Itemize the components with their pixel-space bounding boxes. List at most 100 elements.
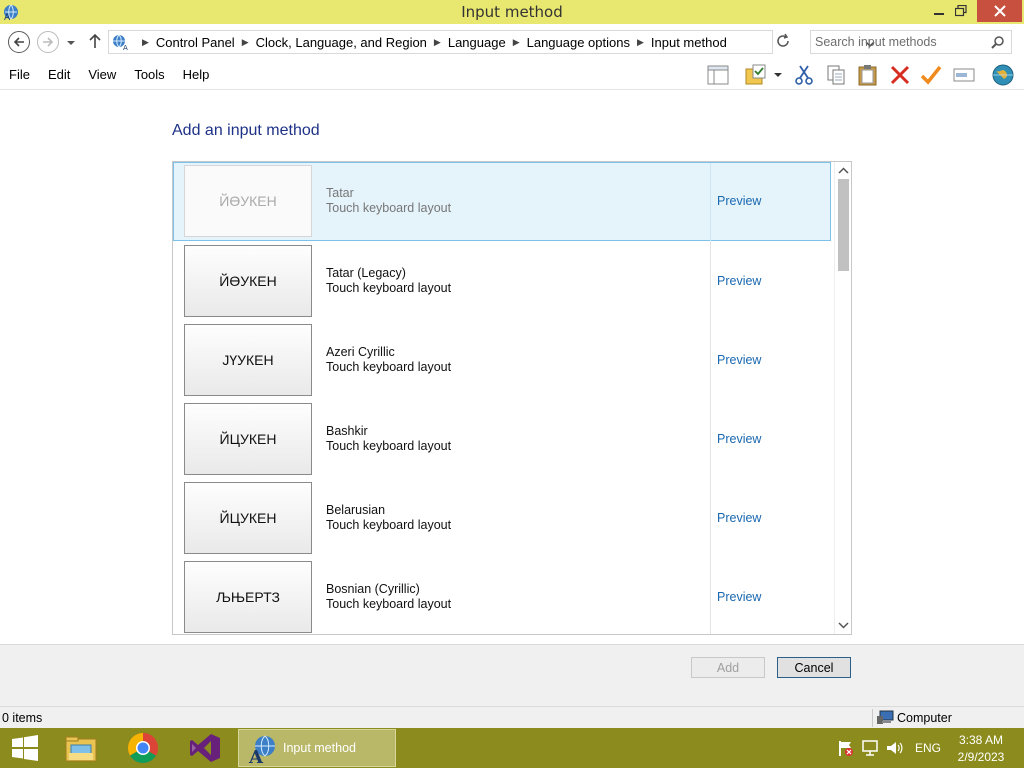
add-button[interactable]: Add: [691, 657, 765, 678]
svg-text:A: A: [123, 44, 128, 51]
chrome-taskbar-button[interactable]: [124, 728, 162, 768]
visual-studio-icon: [190, 734, 220, 762]
control-panel-icon: A: [111, 33, 131, 54]
location-label: Computer: [897, 711, 952, 725]
keyboard-thumbnail: ЈҮУКЕН: [184, 324, 312, 396]
menu-help[interactable]: Help: [174, 67, 219, 82]
apply-button[interactable]: [918, 63, 944, 87]
cut-button[interactable]: [791, 63, 817, 87]
input-method-subtitle: Touch keyboard layout: [326, 281, 452, 295]
search-box[interactable]: [810, 30, 1012, 54]
restore-button[interactable]: [946, 0, 976, 22]
list-item-belarusian[interactable]: ЙЦУКЕН Belarusian Touch keyboard layout …: [173, 479, 831, 558]
delete-x-icon: [890, 65, 910, 85]
list-item-tatar[interactable]: ЙӨУКЕН Tatar Touch keyboard layout Previ…: [173, 162, 831, 242]
list-item-bosnian-cyrillic[interactable]: ЉЊЕРТЗ Bosnian (Cyrillic) Touch keyboard…: [173, 558, 831, 634]
file-explorer-taskbar-button[interactable]: [62, 728, 100, 768]
breadcrumb-chevron-icon[interactable]: ▶: [434, 37, 441, 48]
paste-button[interactable]: [855, 63, 881, 87]
forward-button[interactable]: [37, 31, 59, 53]
close-button[interactable]: [977, 0, 1022, 22]
svg-text:A: A: [248, 747, 264, 764]
search-input[interactable]: [815, 34, 985, 50]
input-method-taskbar-button[interactable]: A Input method: [238, 729, 396, 768]
menu-view[interactable]: View: [79, 67, 125, 82]
input-method-subtitle: Touch keyboard layout: [326, 518, 452, 532]
page-title: Add an input method: [172, 122, 320, 139]
menu-tools[interactable]: Tools: [125, 67, 173, 82]
volume-tray-icon[interactable]: [885, 728, 903, 768]
organize-dropdown[interactable]: [770, 63, 786, 87]
breadcrumb-chevron-icon[interactable]: ▶: [513, 37, 520, 48]
keyboard-thumbnail: ЙЦУКЕН: [184, 403, 312, 475]
list-item-bashkir[interactable]: ЙЦУКЕН Bashkir Touch keyboard layout Pre…: [173, 400, 831, 479]
checkmark-icon: [920, 65, 942, 85]
status-bar: 0 items Computer: [0, 706, 1024, 728]
breadcrumb-chevron-icon[interactable]: ▶: [637, 37, 644, 48]
column-divider: [710, 321, 711, 400]
breadcrumb-chevron-icon[interactable]: ▶: [142, 37, 149, 48]
column-divider: [710, 558, 711, 634]
preview-link[interactable]: Preview: [717, 353, 761, 367]
network-globe-button[interactable]: [990, 63, 1016, 87]
flag-alert-icon: [839, 741, 853, 756]
scroll-down-arrow-icon[interactable]: [838, 618, 849, 632]
menu-toolbar-row: File Edit View Tools Help: [0, 60, 1024, 90]
copy-button[interactable]: [823, 63, 849, 87]
breadcrumb-input-method[interactable]: Input method: [651, 35, 727, 50]
column-divider: [710, 163, 711, 242]
menu-bar: File Edit View Tools Help: [0, 67, 218, 82]
network-tray-icon[interactable]: [861, 728, 879, 768]
input-method-name: Bosnian (Cyrillic): [326, 582, 420, 596]
search-icon[interactable]: [991, 35, 1005, 52]
input-method-subtitle: Touch keyboard layout: [326, 360, 452, 374]
input-method-name: Belarusian: [326, 503, 386, 517]
folder-check-icon: [745, 64, 766, 85]
input-method-icon: A: [247, 734, 279, 768]
breadcrumb-language-options[interactable]: Language options: [527, 35, 630, 50]
preview-link[interactable]: Preview: [717, 432, 761, 446]
action-center-flag[interactable]: [836, 728, 854, 768]
copy-icon: [827, 65, 845, 85]
properties-button[interactable]: [743, 63, 769, 87]
preview-link[interactable]: Preview: [717, 274, 761, 288]
back-button[interactable]: [8, 31, 30, 53]
column-divider: [710, 242, 711, 321]
scroll-up-arrow-icon[interactable]: [838, 164, 849, 178]
scrollbar-thumb[interactable]: [838, 179, 849, 271]
input-method-name: Tatar: [326, 186, 354, 200]
preview-link[interactable]: Preview: [717, 194, 761, 208]
forward-arrow-icon: [43, 37, 54, 47]
clock-time[interactable]: 3:38 AM: [958, 733, 1004, 747]
menu-file[interactable]: File: [0, 67, 39, 82]
breadcrumb-language[interactable]: Language: [448, 35, 506, 50]
address-bar[interactable]: A ▶ Control Panel ▶ Clock, Language, and…: [108, 30, 875, 54]
layout-pane-button[interactable]: [705, 63, 731, 87]
breadcrumb-clock-language-region[interactable]: Clock, Language, and Region: [256, 35, 427, 50]
breadcrumb-control-panel[interactable]: Control Panel: [156, 35, 235, 50]
preview-link[interactable]: Preview: [717, 511, 761, 525]
list-item-azeri-cyrillic[interactable]: ЈҮУКЕН Azeri Cyrillic Touch keyboard lay…: [173, 321, 831, 400]
recent-locations-dropdown[interactable]: [66, 36, 76, 50]
column-divider: [710, 479, 711, 558]
language-indicator[interactable]: ENG: [915, 741, 941, 755]
chevron-down-icon: [774, 73, 782, 77]
vertical-scrollbar[interactable]: [834, 162, 851, 634]
keyboard-thumbnail: ЉЊЕРТЗ: [184, 561, 312, 633]
input-method-list[interactable]: ЙӨУКЕН Tatar Touch keyboard layout Previ…: [172, 161, 852, 635]
keyboard-thumbnail: ЙӨУКЕН: [184, 245, 312, 317]
breadcrumb-chevron-icon[interactable]: ▶: [242, 37, 249, 48]
up-level-button[interactable]: [88, 33, 102, 52]
preview-link[interactable]: Preview: [717, 590, 761, 604]
menu-edit[interactable]: Edit: [39, 67, 79, 82]
cancel-button[interactable]: Cancel: [777, 657, 851, 678]
clock-date[interactable]: 2/9/2023: [954, 750, 1008, 764]
refresh-button[interactable]: [775, 33, 791, 52]
delete-button[interactable]: [887, 63, 913, 87]
windows-logo-icon: [12, 735, 38, 761]
rename-button[interactable]: [951, 63, 977, 87]
list-item-tatar-legacy[interactable]: ЙӨУКЕН Tatar (Legacy) Touch keyboard lay…: [173, 242, 831, 321]
start-button[interactable]: [8, 728, 42, 768]
refresh-icon: [777, 33, 789, 47]
visual-studio-taskbar-button[interactable]: [186, 728, 224, 768]
